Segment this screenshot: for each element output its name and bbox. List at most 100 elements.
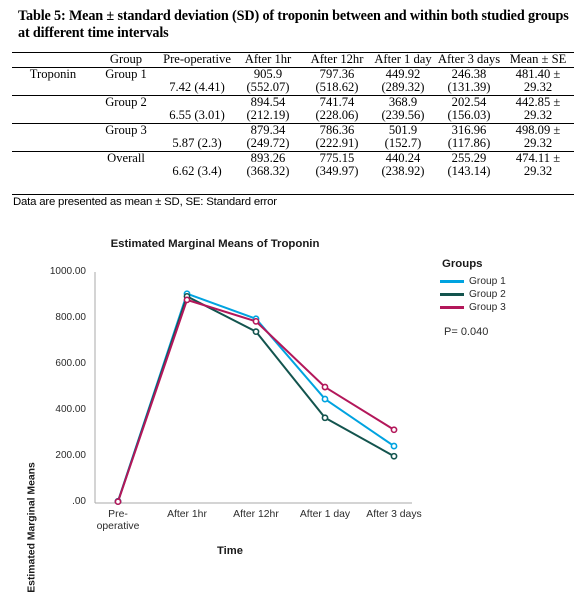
cell-after-3-days-sd: (156.03) (447, 108, 491, 122)
x-tick-line2: operative (96, 520, 140, 532)
cell-after-1hr-sd: (249.72) (246, 136, 290, 150)
legend-color-swatch-icon (440, 280, 464, 283)
cell-group-blank (90, 109, 162, 123)
header-analyte (12, 53, 90, 68)
cell-after-12hr-sd: (349.97) (315, 164, 359, 178)
mean-se-error: 29.32 (523, 136, 553, 150)
data-point (252, 317, 260, 325)
legend-label: Group 1 (469, 276, 506, 287)
p-value-annotation: P= 0.040 (444, 326, 489, 338)
mean-se-error: 29.32 (523, 80, 553, 94)
legend-item-group-3[interactable]: Group 3 (440, 301, 580, 314)
mean-se-value: 481.40 ± (515, 66, 561, 81)
cell-group-name: Group 2 (105, 94, 147, 109)
mean-se-error: 29.32 (523, 108, 553, 122)
table-caption: Table 5: Mean ± standard deviation (SD) … (18, 8, 569, 41)
cell-mean-se: 481.40 ± 29.32 (502, 67, 574, 95)
mean-se-value: 498.09 ± (515, 122, 561, 137)
cell-mean-se: 498.09 ± 29.32 (502, 123, 574, 151)
legend-item-group-1[interactable]: Group 1 (440, 275, 580, 288)
cell-pre-operative-mean (162, 95, 232, 109)
troponin-table-container: Group Pre-operative After 1hr After 12hr… (12, 52, 574, 179)
cell-after-12hr-sd: (228.06) (315, 108, 359, 122)
figure-container: Estimated Marginal Means of Troponin Est… (0, 222, 586, 593)
cell-after-12hr-mean: 741.74 (319, 94, 355, 109)
table-row: Overall 893.26 775.15 440.24 255.29 474.… (12, 150, 574, 178)
cell-after-1hr-mean: 894.54 (250, 94, 286, 109)
cell-after-1hr-sd: (552.07) (246, 80, 290, 94)
data-point (114, 498, 122, 506)
mean-se-value: 474.11 ± (515, 150, 561, 165)
data-point (390, 442, 398, 450)
header-after-12hr: After 12hr (310, 52, 364, 66)
table-row: 7.42 (4.41) (552.07) (518.62) (289.32) (… (12, 80, 574, 95)
legend-label: Group 3 (469, 302, 506, 313)
cell-after-12hr-sd: (518.62) (315, 80, 359, 94)
cell-after-12hr-sd: (222.91) (315, 136, 359, 150)
table-row: Group 2 894.54 741.74 368.9 202.54 442.8… (12, 94, 574, 122)
cell-after-1hr-mean: 879.34 (250, 122, 286, 137)
cell-after-3-days-mean: 316.96 (451, 122, 487, 137)
cell-after-1hr-mean: 905.9 (253, 66, 283, 81)
cell-after-1-day-sd: (238.92) (381, 164, 425, 178)
series-layer (114, 290, 398, 506)
cell-after-12hr-mean: 797.36 (319, 66, 355, 81)
data-point (321, 383, 329, 391)
legend-title: Groups (442, 258, 483, 270)
troponin-table: Group Pre-operative After 1hr After 12hr… (12, 52, 574, 179)
table-row: 5.87 (2.3) (249.72) (222.91) (152.7) (11… (12, 136, 574, 151)
data-point (252, 328, 260, 336)
cell-after-3-days-mean: 246.38 (451, 66, 487, 81)
legend-color-swatch-icon (440, 306, 464, 309)
data-point (321, 395, 329, 403)
mean-se-value: 442.85 ± (515, 94, 561, 109)
cell-group-blank (90, 165, 162, 179)
cell-pre-operative-mean (162, 151, 232, 165)
header-after-1hr: After 1hr (244, 52, 292, 66)
table-row: Group 3 879.34 786.36 501.9 316.96 498.0… (12, 122, 574, 150)
table-header-row: Group Pre-operative After 1hr After 12hr… (12, 52, 574, 68)
cell-pre-operative-sd: 5.87 (2.3) (172, 136, 222, 150)
mean-se-error: 29.32 (523, 164, 553, 178)
legend-color-swatch-icon (440, 293, 464, 296)
data-point (321, 414, 329, 422)
table-row: 6.55 (3.01) (212.19) (228.06) (239.56) (… (12, 108, 574, 123)
legend-item-group-2[interactable]: Group 2 (440, 288, 580, 301)
line-chart-plot (94, 272, 412, 506)
chart-legend: Groups Group 1 Group 2 Group 3 (440, 258, 580, 314)
cell-after-1-day-mean: 449.92 (385, 66, 421, 81)
table-bottom-rule (12, 194, 574, 195)
cell-after-1hr-sd: (368.32) (246, 164, 290, 178)
cell-group-name: Group 3 (105, 122, 147, 137)
cell-after-1-day-sd: (152.7) (384, 136, 422, 150)
series-line-group-1 (117, 292, 395, 502)
cell-pre-operative-sd: 6.62 (3.4) (172, 164, 222, 178)
cell-pre-operative-mean (162, 123, 232, 137)
cell-after-1-day-mean: 440.24 (385, 150, 421, 165)
cell-after-3-days-mean: 255.29 (451, 150, 487, 165)
cell-after-1hr-mean: 893.26 (250, 150, 286, 165)
header-mean-se: Mean ± SE (509, 52, 567, 66)
cell-pre-operative-sd: 7.42 (4.41) (169, 80, 225, 94)
cell-after-12hr-mean: 786.36 (319, 122, 355, 137)
cell-after-1-day-mean: 501.9 (388, 122, 418, 137)
cell-group-name: Group 1 (105, 66, 147, 81)
cell-after-3-days-sd: (131.39) (447, 80, 491, 94)
header-group: Group (109, 52, 143, 66)
cell-after-1hr-sd: (212.19) (246, 108, 290, 122)
cell-pre-operative-mean (162, 67, 232, 81)
cell-after-3-days-mean: 202.54 (451, 94, 487, 109)
header-after-1-day: After 1 day (374, 52, 432, 66)
data-point (183, 296, 191, 304)
cell-mean-se: 442.85 ± 29.32 (502, 95, 574, 123)
cell-group-blank (90, 81, 162, 95)
legend-label: Group 2 (469, 289, 506, 300)
series-line-group-2 (117, 295, 395, 502)
cell-group-blank (90, 137, 162, 151)
cell-after-1-day-sd: (239.56) (381, 108, 425, 122)
cell-after-3-days-sd: (143.14) (447, 164, 491, 178)
table-row: Troponin Group 1 905.9 797.36 449.92 246… (12, 66, 574, 94)
table-row: 6.62 (3.4) (368.32) (349.97) (238.92) (1… (12, 164, 574, 179)
cell-group-name: Overall (107, 150, 145, 165)
table-footnote: Data are presented as mean ± SD, SE: Sta… (13, 196, 277, 208)
